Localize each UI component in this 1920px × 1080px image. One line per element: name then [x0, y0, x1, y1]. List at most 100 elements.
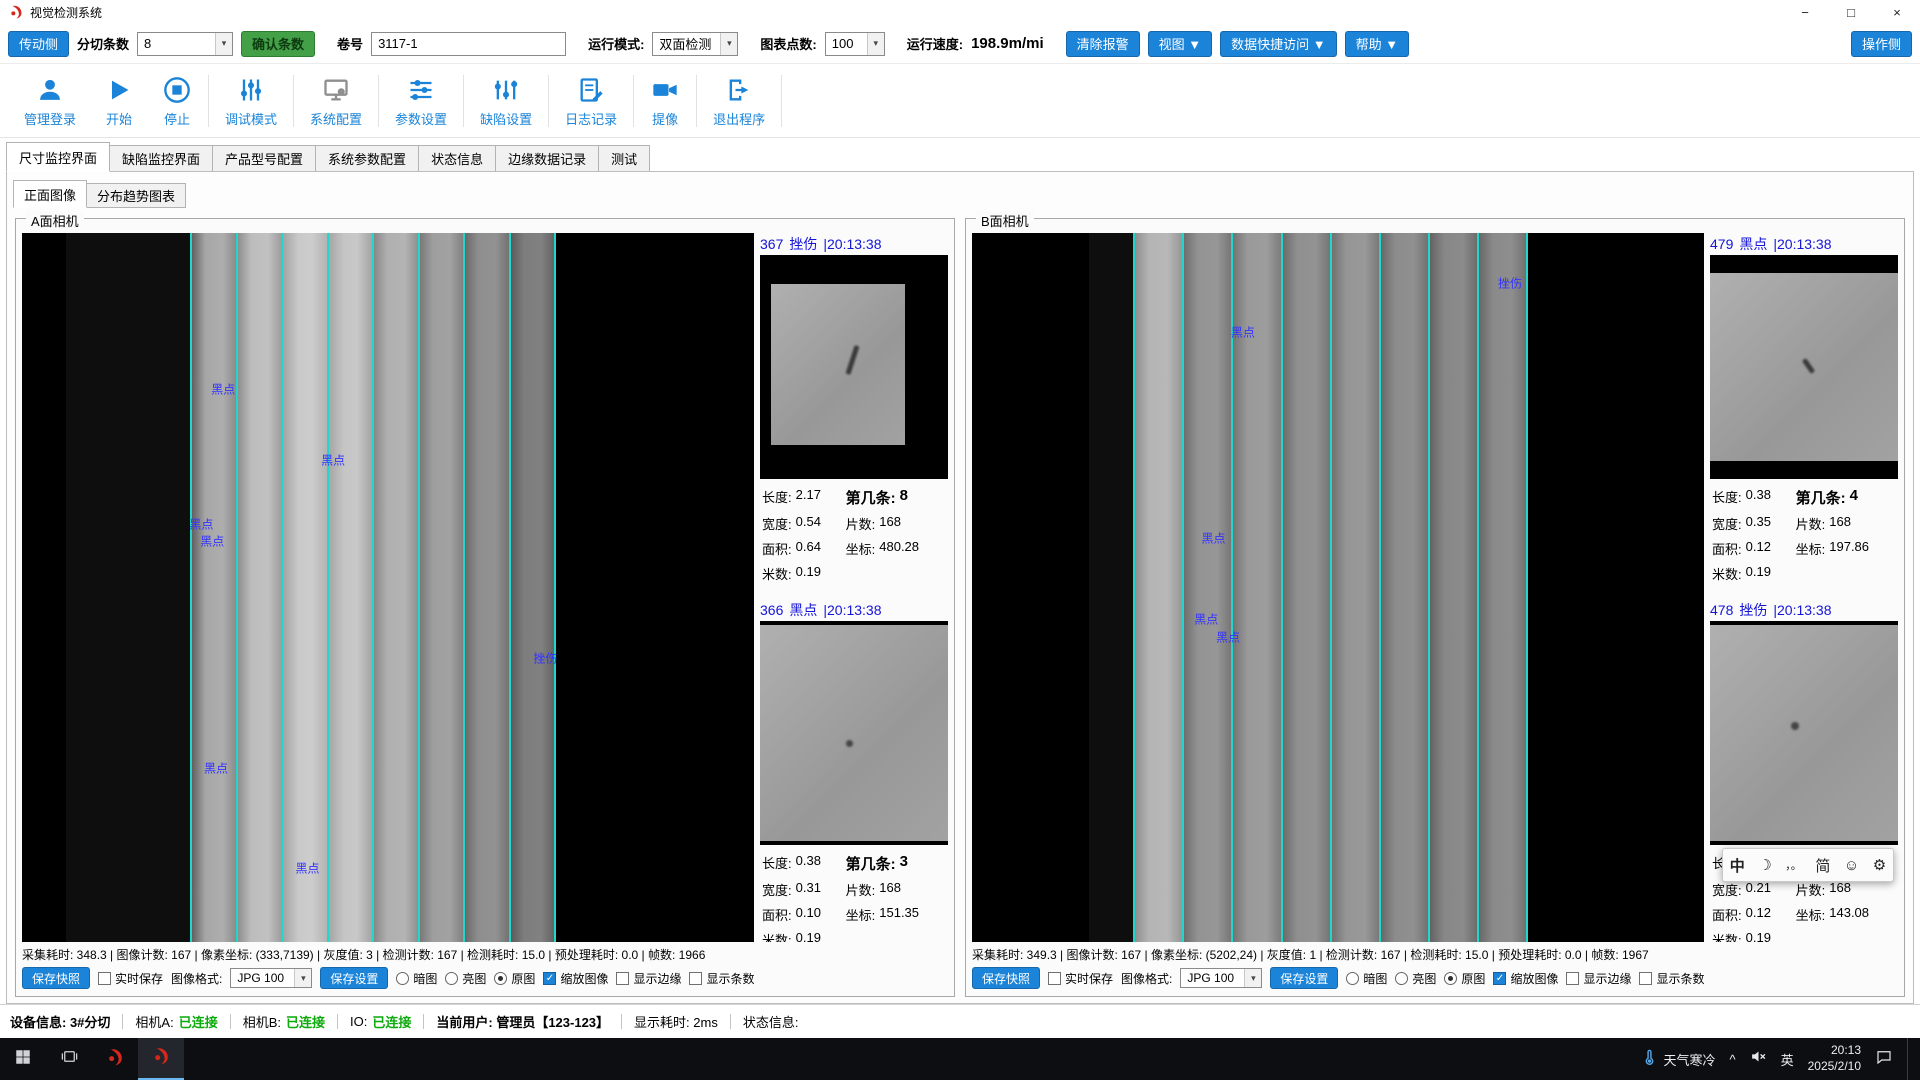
realtime-save-checkbox-b[interactable]: 实时保存: [1048, 970, 1113, 987]
parameter-settings-button[interactable]: 参数设置: [381, 65, 461, 137]
weather-text: 天气寒冷: [1663, 1050, 1715, 1069]
system-config-button[interactable]: 系统配置: [296, 65, 376, 137]
area-label: 面积:: [762, 539, 792, 558]
defect-label-black-spot: 黑点: [1216, 629, 1240, 646]
defect-card[interactable]: 366 黑点 |20:13:38 长度:0.38 第几条:3: [760, 599, 948, 942]
punctuation-mode-icon[interactable]: ，。: [1785, 857, 1802, 873]
moon-icon[interactable]: ☽: [1758, 856, 1771, 874]
roll-number-input[interactable]: [371, 32, 566, 56]
defect-card[interactable]: 479 黑点 |20:13:38 长度:0.38 第几条:4: [1710, 233, 1898, 585]
chart-points-select[interactable]: 100 ▾: [825, 32, 885, 56]
coord-label: 坐标:: [1796, 905, 1826, 924]
tab-system-param-config[interactable]: 系统参数配置: [315, 145, 419, 172]
realtime-save-checkbox-a[interactable]: 实时保存: [98, 970, 163, 987]
divider: [378, 75, 379, 127]
radio-selected: [1444, 972, 1457, 985]
drive-side-button[interactable]: 传动侧: [8, 31, 69, 57]
tab-defect-monitor[interactable]: 缺陷监控界面: [109, 145, 213, 172]
save-settings-button-b[interactable]: 保存设置: [1270, 967, 1338, 989]
run-speed-label: 运行速度:: [907, 34, 963, 53]
minimize-button[interactable]: −: [1782, 0, 1828, 24]
save-settings-button-a[interactable]: 保存设置: [320, 967, 388, 989]
window-title: 视觉检测系统: [30, 4, 102, 21]
start-button[interactable]: [0, 1038, 46, 1080]
debug-mode-button[interactable]: 调试模式: [211, 65, 291, 137]
meters-value: 0.19: [1746, 930, 1771, 942]
defect-card[interactable]: 478 挫伤 |20:13:38 长度:0.57 第几条:3: [1710, 599, 1898, 942]
subtab-front-image[interactable]: 正面图像: [13, 180, 87, 208]
task-view-button[interactable]: [46, 1038, 92, 1080]
log-record-button[interactable]: 日志记录: [551, 65, 631, 137]
coord-value: 143.08: [1829, 905, 1869, 924]
weather-widget[interactable]: 天气寒冷: [1641, 1049, 1715, 1069]
clock[interactable]: 20:13 2025/2/10: [1808, 1043, 1861, 1074]
zoom-image-checkbox-b[interactable]: ✓缩放图像: [1493, 970, 1558, 987]
data-quick-access-button[interactable]: 数据快捷访问 ▼: [1220, 31, 1336, 57]
save-snapshot-button-a[interactable]: 保存快照: [22, 967, 90, 989]
pieces-value: 168: [879, 880, 901, 899]
divider: [696, 75, 697, 127]
original-image-radio-b[interactable]: 原图: [1444, 970, 1485, 987]
original-image-radio-a[interactable]: 原图: [494, 970, 535, 987]
area-value: 0.64: [796, 539, 821, 558]
icon-label: 退出程序: [713, 109, 765, 128]
start-run-button[interactable]: 开始: [90, 65, 148, 137]
run-mode-select[interactable]: 双面检测 ▾: [652, 32, 738, 56]
area-value: 0.12: [1746, 539, 1771, 558]
ime-language-indicator[interactable]: 英: [1781, 1050, 1794, 1069]
zoom-image-checkbox-a[interactable]: ✓缩放图像: [543, 970, 608, 987]
notification-center-button[interactable]: [1875, 1048, 1893, 1071]
save-snapshot-button-b[interactable]: 保存快照: [972, 967, 1040, 989]
show-strip-count-checkbox-b[interactable]: 显示条数: [1639, 970, 1704, 987]
checkbox-unchecked: [616, 972, 629, 985]
tab-product-model-config[interactable]: 产品型号配置: [212, 145, 316, 172]
show-desktop-button[interactable]: [1907, 1038, 1912, 1080]
camera-a-image: 黑点 黑点 黑点 黑点 挫伤 黑点 黑点: [22, 233, 754, 942]
bright-image-radio-a[interactable]: 亮图: [445, 970, 486, 987]
defect-settings-button[interactable]: 缺陷设置: [466, 65, 546, 137]
width-label: 宽度:: [762, 514, 792, 533]
confirm-count-button[interactable]: 确认条数: [241, 31, 315, 57]
ime-simplified-mode[interactable]: 简: [1815, 855, 1830, 876]
show-edge-checkbox-a[interactable]: 显示边缘: [616, 970, 681, 987]
operator-side-button[interactable]: 操作侧: [1851, 31, 1912, 57]
ime-chinese-mode[interactable]: 中: [1730, 855, 1745, 876]
show-strip-count-checkbox-a[interactable]: 显示条数: [689, 970, 754, 987]
volume-muted-icon[interactable]: [1750, 1048, 1767, 1070]
maximize-button[interactable]: □: [1828, 0, 1874, 24]
taskbar-app-icon[interactable]: [92, 1038, 138, 1080]
image-format-select-a[interactable]: JPG 100 ▾: [230, 968, 312, 988]
tab-size-monitor[interactable]: 尺寸监控界面: [6, 142, 110, 172]
ime-settings-gear-icon[interactable]: ⚙: [1873, 856, 1886, 874]
emoji-icon[interactable]: ☺: [1844, 857, 1859, 874]
tab-edge-data-record[interactable]: 边缘数据记录: [495, 145, 599, 172]
taskbar-app-icon-active[interactable]: [138, 1038, 184, 1080]
capture-image-button[interactable]: 提像: [636, 65, 694, 137]
clear-alarm-button[interactable]: 清除报警: [1066, 31, 1140, 57]
hidden-icons-chevron[interactable]: ^: [1729, 1052, 1735, 1067]
tab-test[interactable]: 测试: [598, 145, 650, 172]
show-edge-checkbox-b[interactable]: 显示边缘: [1566, 970, 1631, 987]
radio-unselected: [396, 972, 409, 985]
dark-image-radio-a[interactable]: 暗图: [396, 970, 437, 987]
defect-card[interactable]: 367 挫伤 |20:13:38 长度:2.17 第几条:8: [760, 233, 948, 585]
stop-run-button[interactable]: 停止: [148, 65, 206, 137]
exit-program-button[interactable]: 退出程序: [699, 65, 779, 137]
bright-image-radio-b[interactable]: 亮图: [1395, 970, 1436, 987]
defect-time: |20:13:38: [823, 236, 881, 252]
defect-time: |20:13:38: [823, 602, 881, 618]
dark-image-radio-b[interactable]: 暗图: [1346, 970, 1387, 987]
close-button[interactable]: ×: [1874, 0, 1920, 24]
thermometer-icon: [1641, 1049, 1658, 1069]
subtab-trend-chart[interactable]: 分布趋势图表: [86, 183, 186, 208]
slit-count-select[interactable]: 8 ▾: [137, 32, 233, 56]
defect-time: |20:13:38: [1773, 602, 1831, 618]
image-format-select-b[interactable]: JPG 100 ▾: [1180, 968, 1262, 988]
view-menu-button[interactable]: 视图 ▼: [1148, 31, 1212, 57]
defect-id: 367: [760, 236, 783, 252]
admin-login-button[interactable]: 管理登录: [10, 65, 90, 137]
help-menu-button[interactable]: 帮助 ▼: [1345, 31, 1409, 57]
image-format-label: 图像格式:: [171, 970, 222, 987]
chevron-down-icon: ▾: [867, 33, 884, 55]
tab-status-info[interactable]: 状态信息: [418, 145, 496, 172]
